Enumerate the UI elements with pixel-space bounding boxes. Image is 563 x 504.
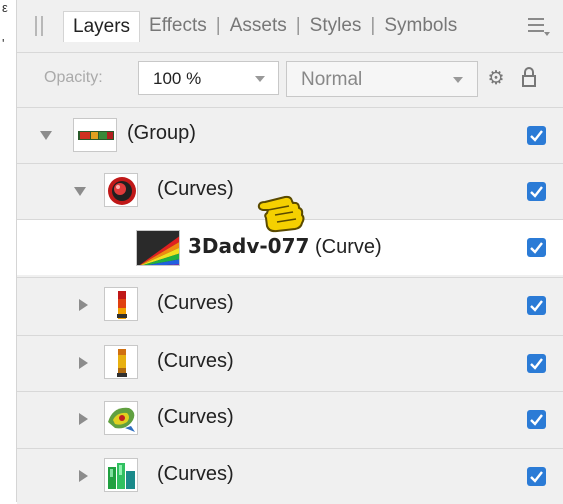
expand-triangle-icon[interactable]: [79, 357, 88, 369]
tab-styles[interactable]: Styles: [301, 15, 371, 37]
tab-layers[interactable]: Layers: [63, 10, 141, 42]
chevron-down-icon: [453, 77, 463, 83]
opacity-label: Opacity:: [44, 69, 103, 86]
green-blocks-thumb: [104, 458, 138, 492]
lock-icon[interactable]: [521, 67, 539, 89]
expand-triangle-icon[interactable]: [40, 131, 52, 140]
layer-name: (Curves): [157, 292, 234, 314]
layer-options-bar: Opacity: 100 % Normal ⚙: [17, 53, 563, 107]
left-edge: ε ': [0, 0, 16, 502]
layer-name: (Curves): [157, 178, 234, 200]
edge-mark: ': [2, 36, 5, 51]
visibility-checkbox[interactable]: [527, 238, 546, 257]
expand-triangle-icon[interactable]: [79, 299, 88, 311]
tab-symbols[interactable]: Symbols: [375, 15, 466, 37]
visibility-checkbox[interactable]: [527, 296, 546, 315]
tab-bar: Layers Effects | Assets | Styles | Symbo…: [17, 0, 563, 53]
edge-mark: ε: [2, 0, 8, 15]
layer-name: (Curves): [157, 463, 234, 485]
layer-name: 3Dadv-077 (Curve): [188, 234, 382, 259]
green-swirl-thumb: [104, 401, 138, 435]
chevron-down-icon: [255, 76, 265, 82]
red-orb-thumb: [104, 173, 138, 207]
group-thumb: [73, 118, 117, 152]
layer-name: (Curves): [157, 350, 234, 372]
visibility-checkbox[interactable]: [527, 354, 546, 373]
visibility-checkbox[interactable]: [527, 182, 546, 201]
panel-menu-icon[interactable]: [528, 16, 550, 36]
layer-row[interactable]: (Curves): [17, 335, 563, 391]
yellow-bar-thumb: [104, 345, 138, 379]
rainbow-thumb: [136, 230, 180, 266]
layer-row[interactable]: (Curves): [17, 448, 563, 504]
panel-grip-icon[interactable]: [35, 16, 45, 36]
pointing-hand-cursor-icon: [255, 188, 311, 236]
layer-name-bold: 3Dadv-077: [188, 234, 310, 258]
layer-type-suffix: (Curve): [314, 236, 382, 258]
visibility-checkbox[interactable]: [527, 410, 546, 429]
blend-mode-value: Normal: [301, 69, 363, 90]
layers-panel: Layers Effects | Assets | Styles | Symbo…: [16, 0, 563, 504]
tabs: Layers Effects | Assets | Styles | Symbo…: [63, 10, 466, 42]
layer-row[interactable]: (Group): [17, 107, 563, 163]
orange-bar-thumb: [104, 287, 138, 321]
layer-row[interactable]: (Curves): [17, 391, 563, 447]
gear-icon[interactable]: ⚙: [486, 68, 506, 88]
layer-name: (Curves): [157, 406, 234, 428]
tab-assets[interactable]: Assets: [221, 15, 296, 37]
blend-mode-dropdown[interactable]: Normal: [286, 61, 478, 97]
layer-name: (Group): [127, 122, 196, 144]
tab-effects[interactable]: Effects: [140, 15, 216, 37]
layer-row[interactable]: (Curves): [17, 277, 563, 333]
expand-triangle-icon[interactable]: [79, 470, 88, 482]
visibility-checkbox[interactable]: [527, 467, 546, 486]
expand-triangle-icon[interactable]: [79, 413, 88, 425]
expand-triangle-icon[interactable]: [74, 187, 86, 196]
opacity-value: 100 %: [153, 69, 202, 88]
opacity-dropdown[interactable]: 100 %: [138, 61, 279, 95]
visibility-checkbox[interactable]: [527, 126, 546, 145]
